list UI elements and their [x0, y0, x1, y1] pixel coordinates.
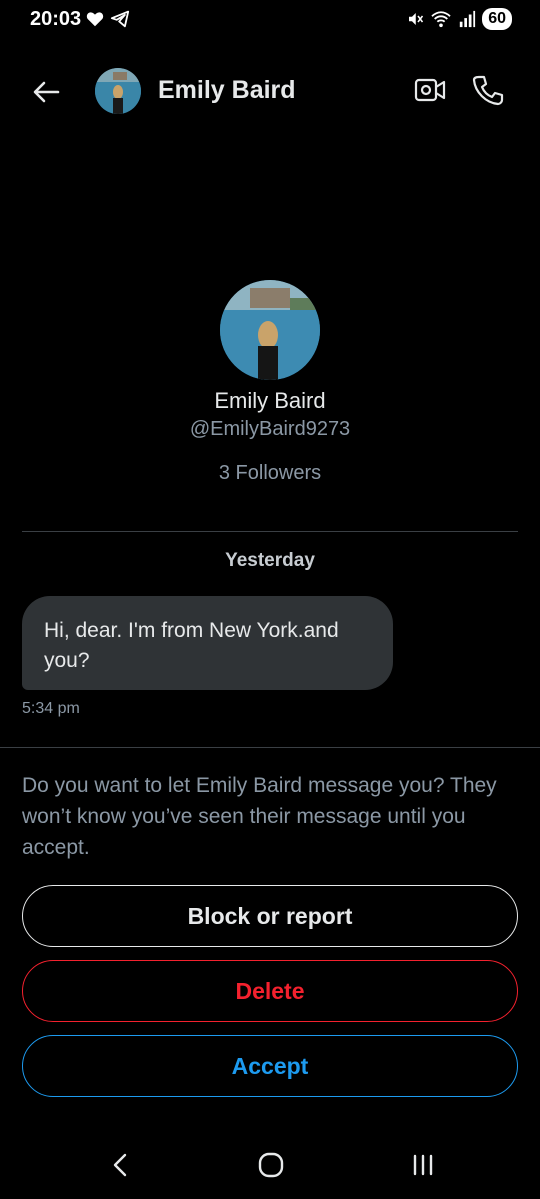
- battery-indicator: 60: [482, 8, 512, 30]
- profile-avatar[interactable]: [220, 280, 320, 380]
- header-name[interactable]: Emily Baird: [158, 76, 296, 105]
- block-or-report-button[interactable]: Block or report: [22, 885, 518, 947]
- mute-icon: [409, 13, 424, 25]
- profile-followers: 3 Followers: [218, 462, 322, 484]
- back-arrow-icon: [33, 81, 60, 103]
- date-separator: Yesterday: [225, 550, 315, 571]
- message-request-prompt: Do you want to let Emily Baird message y…: [22, 774, 497, 859]
- accept-button[interactable]: Accept: [22, 1035, 518, 1097]
- signal-icon: [460, 10, 476, 28]
- divider: [22, 531, 518, 532]
- video-call-icon: [414, 78, 446, 102]
- status-left-icons: [86, 10, 130, 28]
- nav-recents-icon: [413, 1154, 433, 1176]
- divider: [0, 747, 540, 748]
- heart-icon: [86, 12, 104, 27]
- delete-button[interactable]: Delete: [22, 960, 518, 1022]
- status-time: 20:03: [30, 8, 82, 30]
- system-nav-bar: [0, 1140, 540, 1190]
- conversation-header: Emily Baird: [0, 58, 540, 124]
- back-button[interactable]: [28, 74, 64, 110]
- phone-icon: [472, 75, 504, 106]
- message-timestamp: 5:34 pm: [22, 700, 80, 717]
- message-bubble[interactable]: Hi, dear. I'm from New York.and you?: [22, 596, 393, 690]
- header-avatar[interactable]: [95, 68, 141, 114]
- profile-name: Emily Baird: [214, 388, 326, 413]
- telegram-icon: [110, 10, 130, 28]
- profile-handle: @EmilyBaird9273: [189, 418, 351, 440]
- nav-home-icon: [258, 1152, 284, 1178]
- status-right-icons: 60: [406, 8, 512, 30]
- nav-home-button[interactable]: [258, 1152, 284, 1178]
- nav-recents-button[interactable]: [410, 1152, 436, 1178]
- status-bar: 20:03 60: [0, 0, 540, 44]
- video-call-button[interactable]: [414, 76, 450, 106]
- nav-back-icon: [113, 1153, 127, 1177]
- phone-call-button[interactable]: [472, 74, 506, 108]
- nav-back-button[interactable]: [108, 1152, 132, 1178]
- wifi-icon: [431, 11, 451, 28]
